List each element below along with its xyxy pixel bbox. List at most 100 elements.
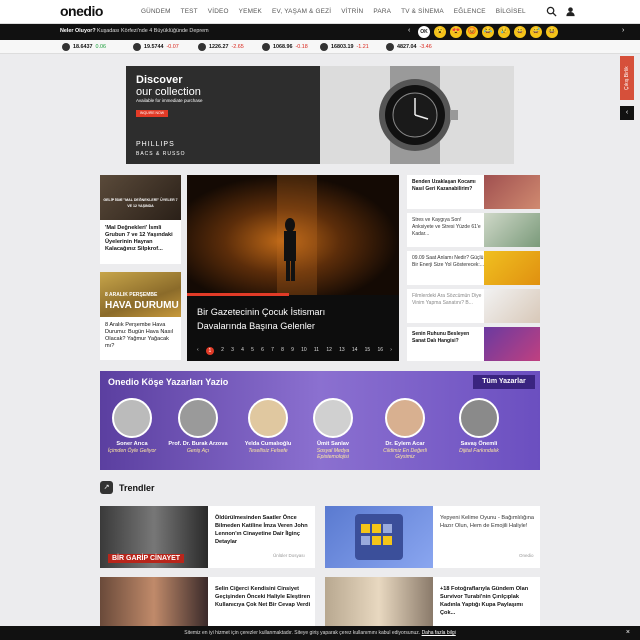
market-item-gold[interactable]: 1226.27 -2.65 (198, 43, 244, 51)
trend-card[interactable]: Yepyeni Kelime Oyunu - Bağımlılığına Haz… (325, 506, 540, 568)
pager-dot[interactable]: 6 (261, 347, 264, 355)
market-bar: 18.6437 0.06 19.5744 -0.07 1226.27 -2.65 10… (0, 40, 640, 54)
nav-item-video[interactable]: VİDEO (208, 8, 229, 15)
nav-item-bilgisel[interactable]: BİLGİSEL (496, 8, 526, 15)
pager-dot[interactable]: 2 (221, 347, 224, 355)
side-feedback-tab[interactable]: Çıkış Birlik (620, 56, 634, 100)
left-card-1-image: GELİP İSMİ "MAL DEĞNEKLERİ" ÜYELER 7 VE … (100, 175, 181, 220)
market-item-usd[interactable]: 18.6437 0.06 (62, 43, 106, 51)
reaction-smile-icon[interactable]: 😀 (514, 26, 526, 38)
trend-card-image (325, 506, 433, 568)
user-icon[interactable] (565, 6, 576, 17)
close-icon[interactable]: × (626, 626, 630, 640)
reaction-grin-icon[interactable]: 😆 (546, 26, 558, 38)
right-list-image (484, 175, 540, 209)
ad-inquire-button[interactable]: INQUIRE NOW (136, 110, 168, 117)
pager-dot[interactable]: 15 (365, 347, 371, 355)
reaction-sweat-icon[interactable]: 😅 (530, 26, 542, 38)
writer-avatar (385, 398, 425, 438)
reaction-laugh-icon[interactable]: 😂 (482, 26, 494, 38)
cookie-more-link[interactable]: Daha fazla bilgi (422, 630, 456, 636)
gold-icon (198, 43, 206, 51)
hero-progress-bar (187, 293, 289, 296)
right-list-image (484, 251, 540, 285)
writer-card[interactable]: Prof. Dr. Burak Arzova Geniş Açı (166, 398, 230, 454)
pager-dot[interactable]: 11 (314, 347, 319, 355)
writer-card[interactable]: Ümit Sanlav Sosyal Medya Epistemolojisi (301, 398, 365, 460)
cookie-banner: Sitemiz en iyi hizmet için çerezler kull… (0, 626, 640, 640)
right-list-item[interactable]: 09.09 Saat Anlamı Nedir? Güçlü Bir Enerj… (407, 251, 540, 285)
trend-card[interactable]: BİR GARİP CİNAYET Öldürülmesinden Saatle… (100, 506, 315, 568)
hero-slider[interactable]: Bir Gazetecinin Çocuk İstismarı Davaları… (187, 175, 399, 361)
writers-title: Onedio Köşe Yazarları Yazio (108, 377, 229, 387)
ad-watch-image (320, 66, 514, 164)
pager-dot[interactable]: 5 (251, 347, 254, 355)
pager-dot[interactable]: 10 (301, 347, 307, 355)
writer-card[interactable]: Savaş Önemli Dijital Farkındalık (447, 398, 511, 454)
pager-dot[interactable]: 8 (281, 347, 284, 355)
ticker-label: Neler Oluyor? (60, 28, 96, 34)
right-list-image (484, 327, 540, 361)
market-item-bist[interactable]: 16803.19 -1.21 (320, 43, 369, 51)
pager-dot[interactable]: 14 (352, 347, 358, 355)
pager-dot[interactable]: 16 (377, 347, 383, 355)
ticker-next-icon[interactable]: › (622, 27, 624, 34)
left-card-1[interactable]: GELİP İSMİ "MAL DEĞNEKLERİ" ÜYELER 7 VE … (100, 175, 181, 264)
right-list-image (484, 289, 540, 323)
pager-dot[interactable]: 7 (271, 347, 274, 355)
writer-avatar (248, 398, 288, 438)
nav-item-yemek[interactable]: YEMEK (239, 8, 262, 15)
all-writers-button[interactable]: Tüm Yazarlar (473, 375, 535, 389)
nav-item-ev-yasam[interactable]: EV, YAŞAM & GEZİ (272, 8, 331, 15)
ad-headline: Discover our collection (136, 74, 201, 98)
ticker-headline[interactable]: Kuşadası Körfezi'nde 4 Büyüklüğünde Depr… (97, 28, 209, 34)
writer-card[interactable]: Soner Arıca İçimden Öyle Geliyor (100, 398, 164, 454)
advertisement-banner[interactable]: Discover our collection Available for imm… (126, 66, 514, 164)
nav-item-test[interactable]: TEST (181, 8, 198, 15)
left-card-2-title: 8 Aralık Perşembe Hava Durumu: Bugün Hav… (105, 322, 174, 349)
pager-dot[interactable]: 4 (241, 347, 244, 355)
market-item-eur[interactable]: 19.5744 -0.07 (133, 43, 179, 51)
market-item-index[interactable]: 4827.04 -3.46 (386, 43, 432, 51)
trends-header: ↗ Trendler (100, 481, 155, 494)
reaction-surprised-icon[interactable]: 😮 (434, 26, 446, 38)
search-icon[interactable] (546, 6, 557, 17)
top-header: onedio GÜNDEM TEST VİDEO YEMEK EV, YAŞAM… (0, 0, 640, 24)
right-list-item[interactable]: Filmlerdeki Ara Sözcümün Diye Vinim Yapm… (407, 289, 540, 323)
trend-up-icon (386, 43, 394, 51)
nav-item-eglence[interactable]: EĞLENCE (454, 8, 486, 15)
reaction-sad-icon[interactable]: 😢 (498, 26, 510, 38)
writers-section: Onedio Köşe Yazarları Yazio Tüm Yazarlar… (100, 371, 540, 470)
trend-card-source: Onedio (519, 553, 534, 558)
nav-item-para[interactable]: PARA (373, 8, 391, 15)
pager-dot[interactable]: 1 (205, 347, 214, 355)
writer-avatar (178, 398, 218, 438)
trend-card-image-label: BİR GARİP CİNAYET (108, 554, 185, 563)
hero-image (187, 175, 399, 295)
right-list-item[interactable]: Benden Uzaklaşan Kocamı Nasıl Geri Kazan… (407, 175, 540, 209)
site-logo[interactable]: onedio (60, 3, 103, 19)
hero-title[interactable]: Bir Gazetecinin Çocuk İstismarı Davaları… (197, 305, 377, 333)
nav-item-vitrin[interactable]: VİTRİN (341, 8, 363, 15)
pager-dot[interactable]: 3 (231, 347, 234, 355)
writer-card[interactable]: Yelda Cumalıoğlu Tesellisiz Felsefe (236, 398, 300, 454)
right-list-item[interactable]: Senin Ruhunu Besleyen Sanat Dalı Hangisi… (407, 327, 540, 361)
writer-card[interactable]: Dr. Eylem Acar Cildimiz En Değerli Giysi… (373, 398, 437, 460)
nav-item-tv-sinema[interactable]: TV & SİNEMA (401, 8, 444, 15)
side-collapse-arrow-icon[interactable]: ‹ (620, 106, 634, 120)
right-list-item[interactable]: Stres ve Kaygıya Son! Anksiyete ve Stres… (407, 213, 540, 247)
reaction-angry-icon[interactable]: 😡 (466, 26, 478, 38)
dollar-icon (62, 43, 70, 51)
market-item-gbp[interactable]: 1068.96 -0.18 (262, 43, 308, 51)
left-card-2[interactable]: 8 ARALIK PERŞEMBE HAVA DURUMU 8 Aralık P… (100, 272, 181, 360)
pager-dot[interactable]: 9 (291, 347, 294, 355)
pager-dot[interactable]: 12 (326, 347, 332, 355)
news-ticker: Neler Oluyor? Kuşadası Körfezi'nde 4 Büy… (0, 24, 640, 40)
pager-dot[interactable]: 13 (339, 347, 345, 355)
nav-item-gundem[interactable]: GÜNDEM (141, 8, 171, 15)
reaction-ok-icon[interactable]: OK (418, 26, 430, 38)
reaction-love-icon[interactable]: 😍 (450, 26, 462, 38)
ticker-prev-icon[interactable]: ‹ (408, 27, 410, 34)
pager-next-icon[interactable]: › (390, 347, 392, 355)
pager-prev-icon[interactable]: ‹ (197, 347, 199, 355)
